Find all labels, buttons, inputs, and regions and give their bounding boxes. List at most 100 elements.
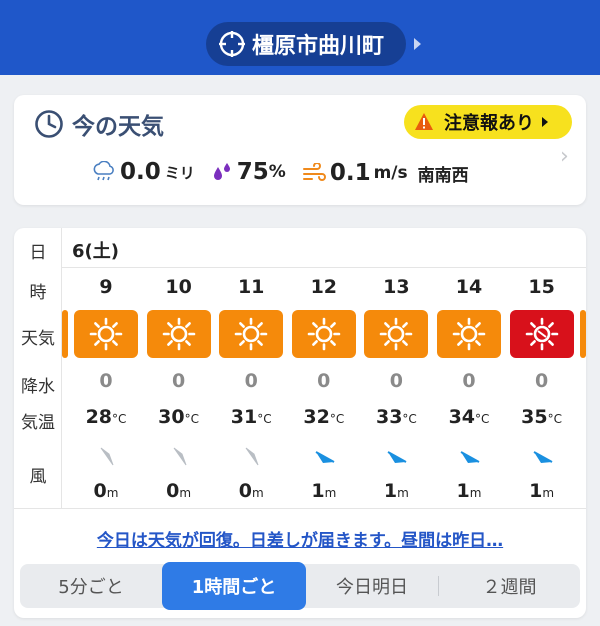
hour-column: 13 0 33°C 1m	[360, 268, 432, 508]
label-precip: 降水	[21, 377, 55, 397]
chevron-right-icon[interactable]: ›	[560, 144, 569, 169]
current-weather-title-text: 今の天気	[72, 114, 164, 140]
current-weather-card[interactable]: 今の天気 注意報あり › 0.0 ミリ 75 % 0.1 m/s 南南西	[14, 95, 586, 205]
temperature-value: 28	[85, 406, 113, 428]
divider	[14, 508, 586, 509]
temperature-value: 30	[158, 406, 185, 428]
wind-speed-unit: m	[106, 486, 119, 500]
wind-speed-value: 1	[311, 480, 325, 502]
location-name: 橿原市曲川町	[252, 34, 385, 59]
wind-speed-value: 0	[93, 480, 107, 502]
temperature: 34°C	[433, 406, 505, 428]
hour-column: 12 0 32°C 1m	[288, 268, 360, 508]
tab-today-tomorrow[interactable]: 今日明日	[306, 564, 438, 608]
chevron-right-icon[interactable]	[414, 38, 421, 50]
warning-badge[interactable]: 注意報あり	[404, 105, 572, 139]
clock-icon	[35, 110, 63, 138]
wind-speed-unit: m	[324, 486, 337, 500]
location-selector[interactable]: 橿原市曲川町	[206, 22, 406, 66]
wind-speed: 0m	[70, 480, 142, 502]
caret-right-icon	[542, 117, 548, 127]
header-bar: 橿原市曲川町	[0, 0, 600, 75]
partial-weather-box	[580, 310, 586, 358]
wind-speed-value: 1	[529, 480, 543, 502]
hour-label: 9	[99, 276, 113, 298]
wind-speed-unit: m	[397, 486, 409, 500]
wind-speed: 0m	[143, 480, 215, 502]
wind-speed-unit: m	[251, 486, 264, 500]
wind-direction-arrow-icon	[315, 451, 335, 463]
wind-direction-arrow-icon	[100, 447, 114, 466]
hourly-forecast-card: 日 時 天気 降水 気温 風 6(土) 9 0 28°C 0m 10 0 30°C 0m 11 0…	[14, 228, 586, 618]
temperature-unit: °C	[257, 412, 272, 426]
precip-stat: 0.0 ミリ	[92, 159, 195, 185]
sun-icon	[380, 317, 413, 351]
humidity-unit: %	[268, 162, 286, 182]
precip-value: 0	[534, 370, 549, 392]
sun-icon	[307, 317, 341, 351]
forecast-date: 6(土)	[72, 241, 119, 262]
forecast-summary-link[interactable]: 今日は天気が回復。日差しが届きます。昼間は昨日…	[14, 526, 586, 551]
precip-unit: ミリ	[164, 163, 195, 182]
warning-label: 注意報あり	[444, 113, 534, 134]
label-weather: 天気	[21, 329, 55, 349]
wind-speed: 1m	[433, 480, 505, 502]
weather-box	[437, 310, 501, 358]
wind-speed: 1m	[288, 480, 360, 502]
weather-box	[219, 310, 284, 358]
precip-value: 0	[244, 370, 258, 392]
temperature-value: 33	[375, 406, 403, 428]
label-wind: 風	[29, 467, 47, 487]
wind-stat: 0.1 m/s 南南西	[302, 160, 469, 186]
wind-direction-arrow-icon	[387, 451, 407, 463]
hourly-strip[interactable]: 9 0 28°C 0m 10 0 30°C 0m 11 0 31°C 0m 12 0 32°C 1m 13 0 33…	[62, 268, 586, 508]
location-target-icon	[219, 31, 245, 57]
label-hour: 時	[29, 283, 47, 303]
hour-label: 15	[528, 276, 555, 298]
wind-direction-arrow-icon	[460, 451, 480, 463]
wind-speed-value: 1	[383, 480, 398, 502]
temperature-value: 32	[303, 406, 330, 428]
temperature-value: 34	[448, 406, 476, 428]
wind-speed: 0m	[215, 480, 287, 502]
sun-icon	[452, 317, 486, 351]
row-labels: 日 時 天気 降水 気温 風	[14, 228, 62, 508]
wind-unit: m/s	[373, 163, 408, 183]
weather-box	[74, 310, 138, 358]
sun-icon	[234, 317, 268, 351]
temperature-unit: °C	[112, 412, 127, 426]
wind-speed-value: 0	[166, 480, 180, 502]
humidity-value: 75	[236, 159, 269, 185]
precip-value: 0	[171, 370, 186, 392]
sun-icon	[162, 317, 195, 351]
label-temp: 気温	[21, 413, 55, 433]
tab-5min[interactable]: 5分ごと	[20, 564, 162, 608]
hour-label: 12	[310, 276, 338, 298]
label-date: 日	[29, 243, 47, 263]
wind-icon	[302, 163, 326, 181]
temperature-value: 35	[521, 406, 548, 428]
temperature: 28°C	[70, 406, 142, 428]
weather-box	[509, 310, 574, 358]
temperature: 33°C	[360, 406, 432, 428]
wind-speed-unit: m	[469, 486, 482, 500]
hour-label: 14	[455, 276, 483, 298]
wind-direction-arrow-icon	[173, 447, 187, 466]
rain-cloud-icon	[93, 161, 114, 181]
temperature: 35°C	[506, 406, 578, 428]
precip-value: 0.0	[120, 159, 161, 185]
temperature: 31°C	[215, 406, 287, 428]
wind-speed-value: 0	[238, 480, 252, 502]
wind-speed-unit: m	[179, 486, 192, 500]
tab-2weeks[interactable]: ２週間	[439, 564, 580, 608]
humidity-stat: 75 %	[211, 159, 286, 185]
temperature: 30°C	[143, 406, 215, 428]
tab-hourly[interactable]: 1時間ごと	[162, 562, 306, 610]
temperature: 32°C	[288, 406, 360, 428]
sun-icon	[89, 317, 123, 351]
hour-column: 11 0 31°C 0m	[215, 268, 287, 508]
wind-speed-unit: m	[542, 486, 555, 500]
precip-value: 0	[462, 370, 476, 392]
weather-box	[364, 310, 429, 358]
temperature-unit: °C	[402, 412, 417, 426]
